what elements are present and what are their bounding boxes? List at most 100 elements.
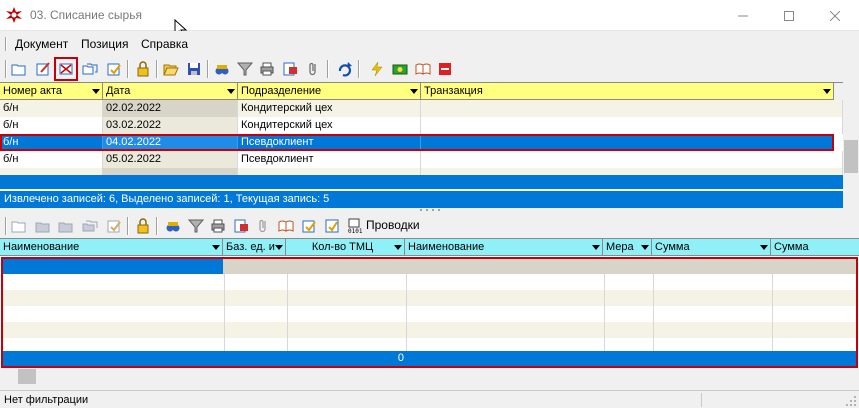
col-item-name-2[interactable]: Наименование xyxy=(405,239,603,256)
col-quantity[interactable]: Кол-во ТМЦ xyxy=(286,239,405,256)
approve-doc-icon xyxy=(107,220,121,233)
scrollbar-thumb[interactable] xyxy=(18,369,36,384)
chevron-down-icon[interactable] xyxy=(410,89,418,94)
table-row[interactable]: б/н 05.02.2022 Псевдоклиент xyxy=(0,151,843,168)
copy-item-button[interactable] xyxy=(79,215,101,237)
open-button[interactable] xyxy=(160,58,182,80)
export-items-button[interactable] xyxy=(230,215,252,237)
table-row[interactable]: б/н 03.02.2022 Кондитерский цех xyxy=(0,117,843,134)
postings-button[interactable]: Проводки xyxy=(366,218,420,232)
maximize-button[interactable] xyxy=(766,0,812,31)
new-document-button[interactable] xyxy=(8,58,30,80)
cell-department: Псевдоклиент xyxy=(238,134,421,151)
refresh-button[interactable] xyxy=(334,58,356,80)
export-icon xyxy=(283,62,297,76)
attach-items-button[interactable] xyxy=(252,215,274,237)
chevron-down-icon[interactable] xyxy=(760,245,768,250)
search-button[interactable] xyxy=(211,58,233,80)
header-filler xyxy=(834,83,843,100)
table-row[interactable] xyxy=(3,290,856,306)
lightning-icon xyxy=(371,61,383,77)
menu-help[interactable]: Справка xyxy=(141,37,188,51)
approve-doc-icon xyxy=(107,63,121,76)
toolbar-grip xyxy=(5,217,7,235)
chevron-down-icon[interactable] xyxy=(394,245,402,250)
search-items-button[interactable] xyxy=(162,215,184,237)
menu-document[interactable]: Документ xyxy=(15,37,68,51)
col-act-number[interactable]: Номер акта xyxy=(0,83,103,100)
menu-position[interactable]: Позиция xyxy=(81,37,128,51)
edit-document-button[interactable] xyxy=(32,58,54,80)
filter-status: Нет фильтрации xyxy=(2,393,702,407)
lock-items-button[interactable] xyxy=(132,215,154,237)
cell-transaction xyxy=(421,100,843,117)
col-act-number-label: Номер акта xyxy=(3,85,63,97)
col-base-unit-label: Баз. ед. и xyxy=(226,241,275,253)
documents-grid[interactable]: Номер акта Дата Подразделение Транзакция… xyxy=(0,82,843,208)
chevron-down-icon[interactable] xyxy=(592,245,600,250)
toolbar-separator xyxy=(358,60,360,78)
items-horizontal-scrollbar[interactable] xyxy=(0,368,859,385)
delete-item-button[interactable] xyxy=(55,215,77,237)
documents-grid-header: Номер акта Дата Подразделение Транзакция xyxy=(0,83,843,100)
payment-button[interactable] xyxy=(389,58,411,80)
print-button[interactable] xyxy=(256,58,278,80)
table-row[interactable] xyxy=(3,322,856,338)
current-cell[interactable] xyxy=(3,259,223,274)
chevron-down-icon[interactable] xyxy=(641,245,649,250)
postings-icon-button[interactable]: 0101 xyxy=(344,215,366,237)
save-button[interactable] xyxy=(183,58,205,80)
table-row[interactable] xyxy=(3,306,856,322)
table-row[interactable] xyxy=(3,274,856,290)
chevron-down-icon[interactable] xyxy=(212,245,220,250)
journal-button[interactable] xyxy=(412,58,434,80)
calculate-button[interactable] xyxy=(321,215,343,237)
col-sum[interactable]: Сумма xyxy=(652,239,771,256)
col-transaction[interactable]: Транзакция xyxy=(421,83,834,100)
filter-items-button[interactable] xyxy=(185,215,207,237)
export-button[interactable] xyxy=(279,58,301,80)
col-date[interactable]: Дата xyxy=(103,83,238,100)
chevron-down-icon[interactable] xyxy=(823,89,831,94)
approve-item-button[interactable] xyxy=(103,215,125,237)
chevron-down-icon[interactable] xyxy=(227,89,235,94)
close-button[interactable] xyxy=(812,0,858,31)
delete-document-button[interactable] xyxy=(54,57,78,81)
journal-items-button[interactable] xyxy=(275,215,297,237)
approve-items-button[interactable] xyxy=(298,215,320,237)
execute-button[interactable] xyxy=(366,58,388,80)
col-sum-2[interactable]: Сумма xyxy=(771,239,859,256)
minimize-button[interactable] xyxy=(720,0,766,31)
lock-button[interactable] xyxy=(132,58,154,80)
table-row-selected[interactable]: б/н 04.02.2022 Псевдоклиент xyxy=(0,134,834,151)
print-icon xyxy=(211,219,225,233)
table-row[interactable] xyxy=(3,338,856,351)
col-base-unit[interactable]: Баз. ед. и xyxy=(223,239,286,256)
col-measure[interactable]: Мера xyxy=(603,239,652,256)
approve-document-button[interactable] xyxy=(103,58,125,80)
export-icon xyxy=(234,219,248,233)
folders-icon xyxy=(82,220,98,232)
current-row[interactable] xyxy=(223,259,856,274)
col-item-name[interactable]: Наименование xyxy=(0,239,223,256)
stop-button[interactable] xyxy=(434,58,456,80)
attach-icon xyxy=(259,219,266,233)
documents-scrollbar[interactable] xyxy=(843,82,859,208)
col-department[interactable]: Подразделение xyxy=(238,83,421,100)
filter-button[interactable] xyxy=(234,58,256,80)
resize-grip-icon[interactable] xyxy=(845,395,857,407)
book-icon xyxy=(415,63,431,75)
chevron-down-icon[interactable] xyxy=(92,89,100,94)
items-grid-body[interactable]: 0 xyxy=(1,257,858,368)
column-divider xyxy=(287,274,288,351)
new-item-button[interactable] xyxy=(8,215,30,237)
items-grid[interactable]: Наименование Баз. ед. и Кол-во ТМЦ Наиме… xyxy=(0,238,859,368)
scrollbar-thumb[interactable] xyxy=(844,140,858,173)
folders-button[interactable] xyxy=(79,58,101,80)
chevron-down-icon[interactable] xyxy=(275,245,283,250)
print-items-button[interactable] xyxy=(207,215,229,237)
delete-doc-icon xyxy=(59,63,73,75)
table-row[interactable]: б/н 02.02.2022 Кондитерский цех xyxy=(0,100,843,117)
edit-item-button[interactable] xyxy=(32,215,54,237)
attach-button[interactable] xyxy=(302,58,324,80)
